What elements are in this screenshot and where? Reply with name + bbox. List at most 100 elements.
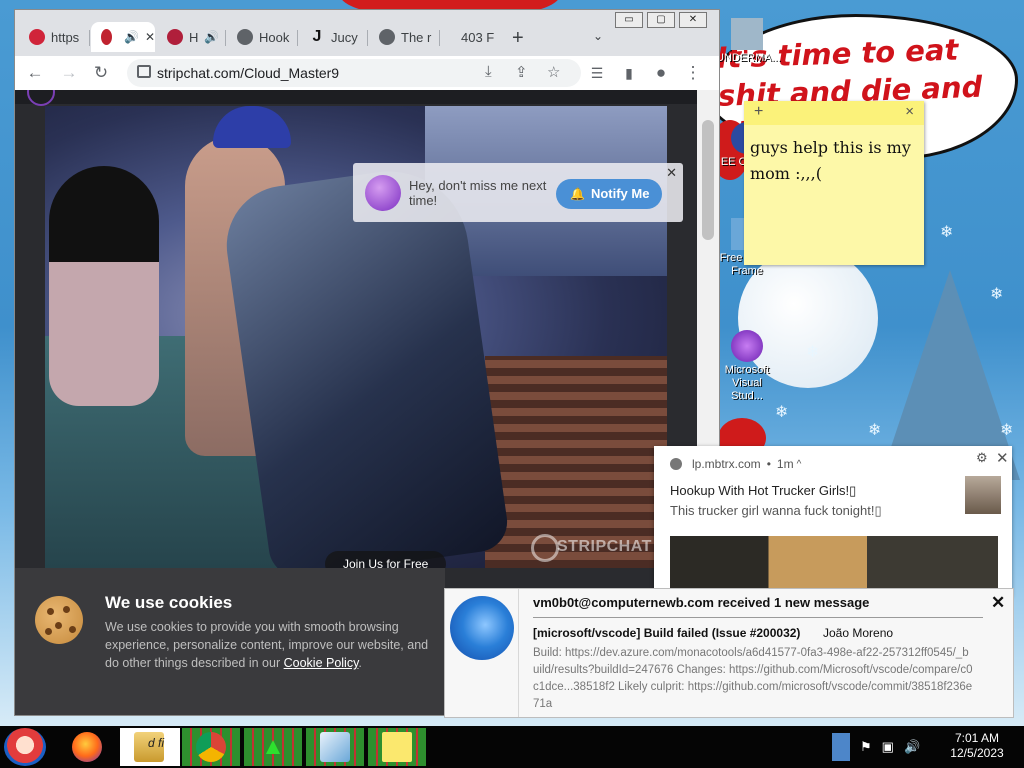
taskbar-chrome[interactable] (182, 728, 240, 766)
taskbar-christmas-tree[interactable]: ▲ (244, 728, 302, 766)
forward-arrow-icon[interactable]: → (57, 61, 81, 85)
lock-icon (137, 65, 151, 78)
desktop-icon-label: UNDERMA... (716, 52, 781, 64)
media-control-icon[interactable]: ☰ (585, 61, 609, 85)
gear-icon[interactable]: ⚙ (976, 450, 988, 466)
tab-stripchat-active[interactable]: 🔊 ✕ (91, 22, 155, 52)
desktop-icon-visual-studio[interactable]: Microsoft Visual Stud... (716, 330, 778, 403)
video-scene (49, 166, 159, 406)
notification-image (670, 536, 998, 596)
tab-h[interactable]: H 🔊 (157, 22, 223, 52)
tab-403[interactable]: 403 F (443, 22, 505, 52)
maximize-button[interactable]: ▢ (647, 12, 675, 28)
snowflake-icon: ❄ (775, 402, 789, 421)
speaker-icon[interactable]: 🔊 (124, 30, 139, 44)
reload-icon[interactable]: ↻ (89, 61, 113, 85)
stripchat-icon (101, 29, 112, 45)
taskbar-firefox[interactable] (58, 728, 116, 766)
desktop-icon-underma[interactable]: UNDERMA... (716, 18, 781, 65)
taskbar-sticky-notes[interactable] (368, 728, 426, 766)
scrollbar-thumb[interactable] (702, 120, 714, 240)
tree-icon: ▲ (261, 733, 285, 760)
notification-title: Hookup With Hot Trucker Girls!▯ (670, 483, 857, 498)
tab-the-r[interactable]: The r (369, 22, 437, 52)
video-scene (485, 356, 667, 568)
back-arrow-icon[interactable]: ← (23, 61, 47, 85)
tab-https[interactable]: https (19, 22, 87, 52)
globe-icon (379, 29, 395, 45)
avatar (365, 175, 401, 211)
j-letter-icon: J (312, 28, 322, 45)
cookie-description: We use cookies to provide you with smoot… (105, 620, 429, 670)
snowflake-icon: ❄ (868, 420, 882, 439)
address-bar[interactable]: stripchat.com/Cloud_Master9 ⤓ ⇪ ☆ (127, 59, 581, 87)
volume-icon[interactable]: 🔊 (904, 739, 920, 755)
speaker-icon[interactable]: 🔊 (204, 30, 219, 44)
tab-label: H (189, 29, 199, 45)
new-tab-button[interactable]: + (512, 27, 524, 50)
minimize-button[interactable]: ▭ (615, 12, 643, 28)
kebab-menu-icon[interactable]: ⋮ (681, 61, 705, 85)
site-icon (167, 29, 183, 45)
star-icon[interactable]: ☆ (547, 63, 560, 81)
tab-label: Hook (259, 29, 290, 45)
mail-preview: Build: https://dev.azure.com/monacotools… (533, 647, 973, 710)
model-avatar[interactable] (27, 90, 55, 106)
desktop-icon-label: Microsoft Visual Stud... (724, 364, 770, 402)
system-clock[interactable]: 7:01 AM 12/5/2023 (944, 731, 1010, 761)
system-tray: ⚑ ▣ 🔊 (832, 728, 920, 766)
browser-toolbar: ← → ↻ stripchat.com/Cloud_Master9 ⤓ ⇪ ☆ … (15, 56, 719, 91)
close-window-button[interactable]: ✕ (679, 12, 707, 28)
notification-source-domain: lp.mbtrx.com (692, 457, 761, 471)
tab-strip: ▭ ▢ ✕ https 🔊 ✕ H 🔊 Hook J Jucy The r 40… (15, 10, 719, 56)
clock-time: 7:01 AM (954, 731, 1000, 745)
tab-label: 403 F (461, 29, 495, 45)
profile-icon[interactable]: ● (649, 61, 673, 85)
close-tab-icon[interactable]: ✕ (145, 30, 155, 44)
cookie-trailing-dot: . (358, 656, 362, 670)
network-icon[interactable]: ▣ (882, 739, 894, 755)
mail-sender: João Moreno (823, 626, 894, 640)
thunderbird-icon (450, 596, 514, 660)
start-button[interactable] (4, 728, 46, 766)
security-flag-icon[interactable]: ⚑ (860, 739, 872, 755)
close-icon[interactable]: ✕ (666, 165, 677, 181)
shortcut-icon (731, 18, 763, 50)
show-hidden-icons[interactable] (832, 733, 850, 761)
tab-label: https (51, 29, 80, 45)
notify-me-button[interactable]: 🔔 Notify Me (556, 179, 662, 209)
snowflake-icon: ❄ (940, 222, 954, 241)
share-icon[interactable]: ⇪ (515, 63, 528, 81)
sticky-note-toolbar: + × (744, 101, 924, 125)
install-icon[interactable]: ⤓ (485, 63, 492, 80)
tab-label: The r (401, 29, 432, 45)
sticky-note-text[interactable]: guys help this is my mom :,,,( (744, 125, 924, 197)
site-header (15, 90, 697, 106)
close-icon[interactable]: × (905, 103, 914, 120)
web-push-notification[interactable]: lp.mbtrx.com • 1m ^ ⚙ ✕ Hookup With Hot … (654, 446, 1012, 596)
cookie-title: We use cookies (105, 593, 233, 612)
tab-jucy[interactable]: J Jucy (299, 22, 365, 52)
join-free-button[interactable]: Join Us for Free (325, 551, 447, 568)
cookie-policy-link[interactable]: Cookie Policy (284, 656, 359, 670)
notification-body: This trucker girl wanna fuck tonight!▯ (670, 503, 882, 518)
snowflake-icon: ❄ (806, 342, 820, 361)
visual-studio-icon (731, 330, 763, 362)
chrome-icon (196, 732, 226, 762)
mail-notification[interactable]: vm0b0t@computernewb.com received 1 new m… (444, 588, 1014, 718)
side-panel-icon[interactable]: ▮ (617, 61, 641, 85)
close-icon[interactable]: ✕ (991, 593, 1005, 613)
chevron-up-icon[interactable]: ^ (797, 459, 802, 470)
url-text[interactable]: stripchat.com/Cloud_Master9 (157, 65, 339, 81)
taskbar-photo-frame[interactable] (306, 728, 364, 766)
chrome-icon (670, 458, 682, 470)
tab-hook[interactable]: Hook (227, 22, 295, 52)
plus-icon[interactable]: + (754, 103, 763, 121)
close-icon[interactable]: ✕ (996, 449, 1009, 467)
sticky-note[interactable]: + × guys help this is my mom :,,,( (744, 101, 924, 265)
mail-notification-header: vm0b0t@computernewb.com received 1 new m… (533, 595, 870, 610)
chevron-down-icon[interactable]: ⌄ (593, 29, 603, 43)
notification-age: 1m (776, 457, 794, 471)
lips-icon (29, 29, 45, 45)
video-scene (213, 106, 291, 148)
